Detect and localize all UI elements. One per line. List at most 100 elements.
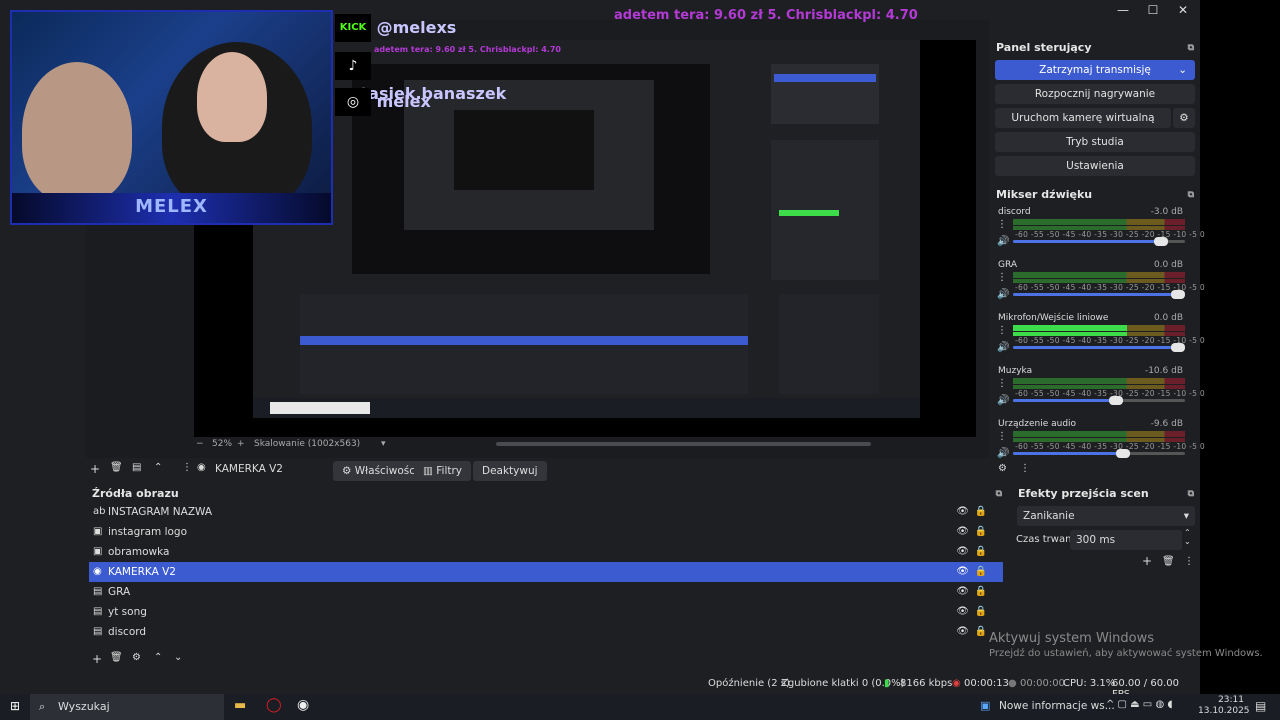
- volume-knob[interactable]: [1109, 396, 1124, 405]
- lock-icon[interactable]: 🔒: [975, 542, 987, 562]
- source-row[interactable]: ▣ instagram logo 👁 🔒: [89, 522, 1003, 542]
- chevron-down-icon[interactable]: ⌄: [174, 652, 182, 663]
- speaker-icon[interactable]: 🔊: [997, 395, 1009, 406]
- chevron-up-icon[interactable]: ⌃: [154, 462, 162, 473]
- settings-button[interactable]: Ustawienia: [995, 156, 1195, 176]
- file-explorer-icon[interactable]: ▬: [234, 698, 246, 713]
- more-icon[interactable]: ⋮: [1184, 556, 1194, 567]
- speaker-icon[interactable]: 🔊: [997, 448, 1009, 459]
- properties-label: Właściwości: [354, 465, 418, 477]
- opera-icon[interactable]: ◯: [266, 697, 282, 713]
- virtual-camera-button[interactable]: Uruchom kamerę wirtualną: [995, 108, 1171, 128]
- gear-icon[interactable]: ⚙: [132, 652, 141, 663]
- lock-icon[interactable]: 🔒: [975, 622, 987, 642]
- eye-icon[interactable]: 👁: [956, 502, 969, 522]
- eye-icon[interactable]: 👁: [956, 562, 969, 582]
- volume-slider[interactable]: [1013, 396, 1185, 405]
- stop-stream-button[interactable]: Zatrzymaj transmisję ⌄: [995, 60, 1195, 80]
- minimize-button[interactable]: —: [1108, 2, 1138, 18]
- eye-icon[interactable]: 👁: [956, 602, 969, 622]
- virtual-camera-settings-icon[interactable]: ⚙: [1173, 108, 1195, 128]
- more-icon[interactable]: ⋮: [997, 219, 1007, 230]
- duration-input[interactable]: 300 ms: [1070, 530, 1182, 550]
- volume-slider[interactable]: [1013, 449, 1185, 458]
- source-row[interactable]: ▣ obramowka 👁 🔒: [89, 542, 1003, 562]
- stepper-icon[interactable]: ⌃ ⌄: [1184, 528, 1191, 546]
- lock-icon[interactable]: 🔒: [975, 562, 987, 582]
- speaker-icon[interactable]: 🔊: [997, 236, 1009, 247]
- volume-slider[interactable]: [1013, 290, 1186, 299]
- eye-icon[interactable]: 👁: [956, 622, 969, 642]
- studio-mode-button[interactable]: Tryb studia: [995, 132, 1195, 152]
- speaker-icon[interactable]: 🔊: [997, 289, 1009, 300]
- windows-start-icon[interactable]: ⊞: [10, 699, 20, 713]
- instagram-handle: melex: [376, 92, 431, 111]
- lock-icon[interactable]: 🔒: [975, 502, 987, 522]
- source-row[interactable]: ▤ discord 👁 🔒: [89, 622, 1003, 642]
- zoom-out-icon[interactable]: −: [196, 439, 204, 449]
- float-icon[interactable]: ⧉: [1188, 484, 1194, 504]
- lock-icon[interactable]: 🔒: [975, 522, 987, 542]
- volume-slider[interactable]: [1013, 237, 1185, 246]
- taskbar-search[interactable]: ⌕ Wyszukaj: [30, 694, 224, 720]
- transition-selected: Zanikanie: [1023, 510, 1075, 522]
- eye-icon[interactable]: 👁: [956, 522, 969, 542]
- more-icon[interactable]: ⋮: [997, 378, 1007, 389]
- float-icon[interactable]: ⧉: [1188, 38, 1194, 58]
- add-icon[interactable]: +: [1142, 554, 1152, 568]
- volume-slider[interactable]: [1013, 343, 1186, 352]
- sources-dock: Źródła obrazu ⧉ ab INSTAGRAM NAZWA 👁 🔒 ▣ insta…: [86, 484, 1010, 672]
- obs-icon[interactable]: ◉: [297, 697, 309, 713]
- source-row[interactable]: ▤ GRA 👁 🔒: [89, 582, 1003, 602]
- level-meter-fill: [1013, 325, 1127, 331]
- lock-icon[interactable]: 🔒: [975, 582, 987, 602]
- clock-date: 13.10.2025: [1198, 706, 1250, 716]
- mixer-settings-icon[interactable]: ⚙: [998, 463, 1007, 474]
- chevron-up-icon[interactable]: ⌃: [154, 652, 162, 663]
- filter-icon[interactable]: ▤: [132, 462, 141, 473]
- trash-icon[interactable]: 🗑: [110, 652, 123, 663]
- close-button[interactable]: ✕: [1168, 2, 1198, 18]
- add-icon[interactable]: +: [92, 652, 102, 666]
- more-icon[interactable]: ⋮: [1020, 463, 1030, 474]
- volume-knob[interactable]: [1153, 237, 1168, 246]
- more-icon[interactable]: ⋮: [997, 431, 1007, 442]
- selected-source-name: KAMERKA V2: [215, 463, 283, 475]
- news-text[interactable]: Nowe informacje ws...: [999, 700, 1115, 712]
- notification-icon[interactable]: ▤: [1255, 699, 1266, 713]
- float-icon[interactable]: ⧉: [996, 484, 1002, 504]
- source-row[interactable]: ab INSTAGRAM NAZWA 👁 🔒: [89, 502, 1003, 522]
- eye-icon[interactable]: 👁: [956, 542, 969, 562]
- volume-knob[interactable]: [1116, 449, 1131, 458]
- level-meter: [1013, 431, 1185, 437]
- start-recording-button[interactable]: Rozpocznij nagrywanie: [995, 84, 1195, 104]
- gear-icon: ⚙: [342, 465, 352, 477]
- source-row[interactable]: ▤ yt song 👁 🔒: [89, 602, 1003, 622]
- chevron-down-icon[interactable]: ▾: [381, 439, 386, 449]
- properties-button[interactable]: ⚙ Właściwości: [333, 461, 427, 481]
- horizontal-scrollbar[interactable]: [496, 442, 871, 446]
- zoom-in-icon[interactable]: +: [237, 439, 245, 449]
- float-icon[interactable]: ⧉: [1188, 185, 1194, 205]
- transition-select[interactable]: Zanikanie ▾: [1017, 506, 1195, 526]
- deactivate-button[interactable]: Deaktywuj: [473, 461, 547, 481]
- sources-title: Źródła obrazu ⧉: [86, 484, 1010, 504]
- more-icon[interactable]: ⋮: [997, 272, 1007, 283]
- eye-icon[interactable]: 👁: [956, 582, 969, 602]
- source-type-icon: ◉: [93, 566, 102, 577]
- filters-button[interactable]: ▥ Filtry: [414, 461, 472, 481]
- stream-icon: ◉: [952, 678, 961, 689]
- more-icon[interactable]: ⋮: [997, 325, 1007, 336]
- volume-knob[interactable]: [1171, 343, 1186, 352]
- speaker-icon[interactable]: 🔊: [997, 342, 1009, 353]
- source-row[interactable]: ◉ KAMERKA V2 👁 🔒: [89, 562, 1003, 582]
- chevron-down-icon[interactable]: ⌄: [1178, 60, 1187, 80]
- trash-icon[interactable]: 🗑: [110, 462, 123, 473]
- tray-icons[interactable]: ^ ▢ ⏏ ▭ ◍ ◖: [1106, 699, 1173, 710]
- trash-icon[interactable]: 🗑: [1162, 556, 1175, 567]
- transitions-title: Efekty przejścia scen ⧉: [1012, 484, 1200, 504]
- volume-knob[interactable]: [1171, 290, 1186, 299]
- add-icon[interactable]: +: [90, 462, 100, 476]
- lock-icon[interactable]: 🔒: [975, 602, 987, 622]
- maximize-button[interactable]: ☐: [1138, 2, 1168, 18]
